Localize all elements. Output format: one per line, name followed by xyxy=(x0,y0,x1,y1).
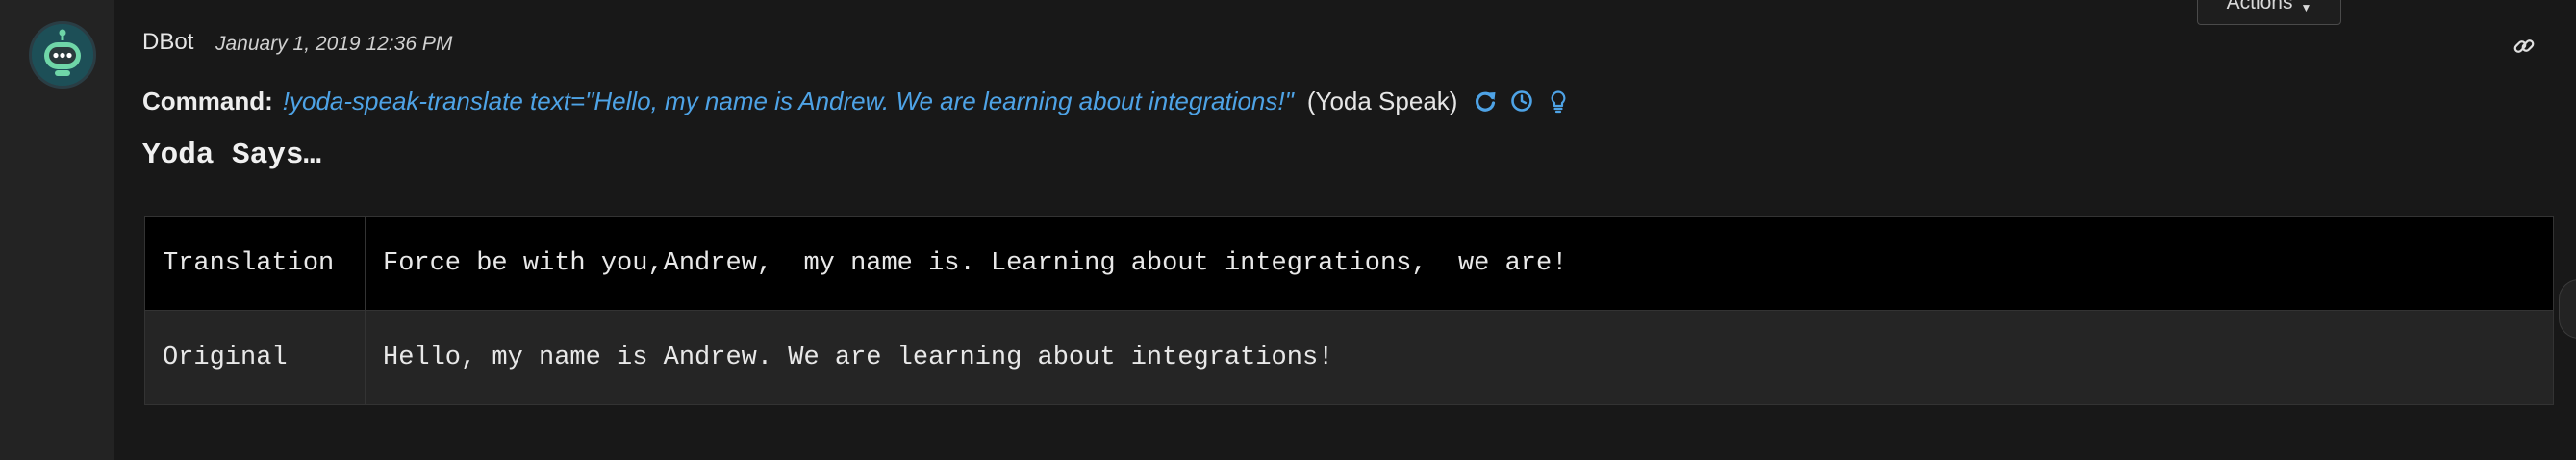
dbot-avatar xyxy=(29,21,96,89)
result-heading: Yoda Says… xyxy=(142,139,322,172)
command-text[interactable]: !yoda-speak-translate text="Hello, my na… xyxy=(283,87,1294,116)
actions-button[interactable]: Actions ▼ xyxy=(2197,0,2341,25)
table-row: Original Hello, my name is Andrew. We ar… xyxy=(144,310,2554,405)
message-author: DBot xyxy=(142,29,194,55)
war-room-page: DBot January 1, 2019 12:36 PM Actions ▼ … xyxy=(0,0,2576,460)
actions-button-label: Actions xyxy=(2226,0,2293,13)
integration-name: (Yoda Speak) xyxy=(1306,86,1458,115)
history-icon[interactable] xyxy=(1509,89,1534,114)
link-icon[interactable] xyxy=(2513,35,2536,58)
message-timestamp: January 1, 2019 12:36 PM xyxy=(215,33,453,55)
command-line: Command: !yoda-speak-translate text="Hel… xyxy=(142,85,1571,117)
table-value-cell: Force be with you,Andrew, my name is. Le… xyxy=(365,216,2554,311)
table-row: Translation Force be with you,Andrew, my… xyxy=(144,216,2554,311)
dbot-robot-icon xyxy=(32,24,93,86)
side-panel-handle[interactable] xyxy=(2559,279,2576,339)
result-table: Translation Force be with you,Andrew, my… xyxy=(144,216,2554,405)
rerun-icon[interactable] xyxy=(1473,89,1498,114)
table-key-cell: Original xyxy=(144,310,366,405)
lightbulb-icon[interactable] xyxy=(1546,89,1571,114)
table-key-cell: Translation xyxy=(144,216,366,311)
command-label: Command: xyxy=(142,86,273,115)
table-value-cell: Hello, my name is Andrew. We are learnin… xyxy=(365,310,2554,405)
chevron-down-icon: ▼ xyxy=(2300,1,2312,14)
